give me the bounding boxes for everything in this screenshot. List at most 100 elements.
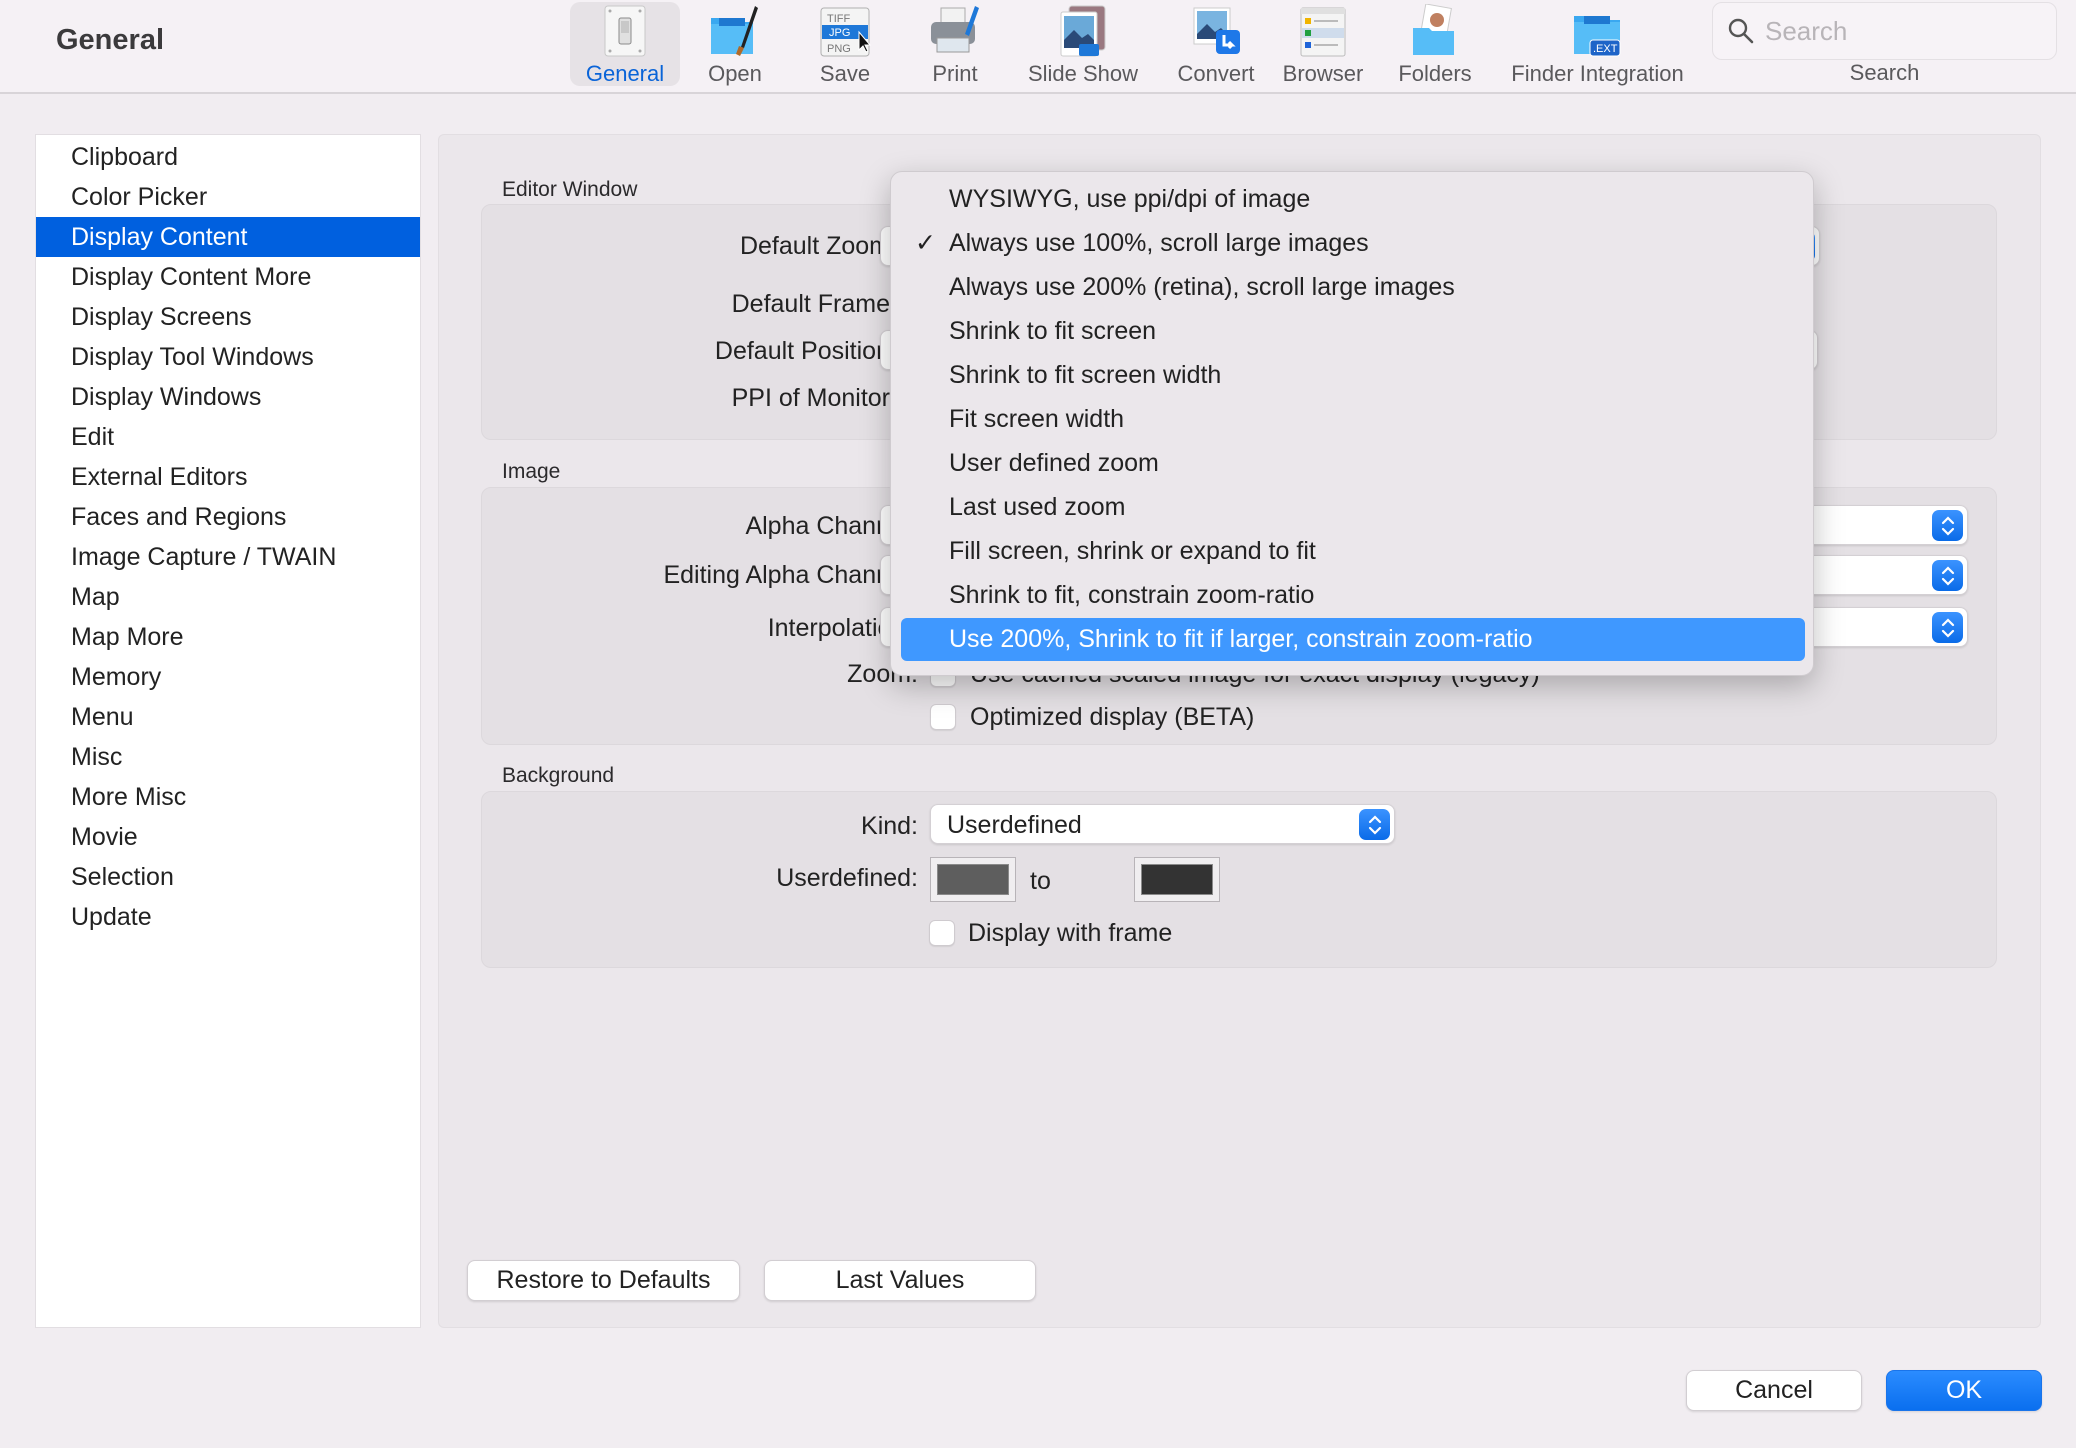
- default-frame-label: Default Frame: [731, 290, 890, 318]
- ppi-monitor-label: PPI of Monitor: [731, 384, 890, 412]
- color-well-from[interactable]: [930, 857, 1016, 902]
- menu-item-label: Shrink to fit screen width: [949, 361, 1222, 389]
- menu-item-label: Always use 100%, scroll large images: [949, 229, 1369, 257]
- search-label: Search: [1849, 60, 1920, 85]
- kind-popup[interactable]: Userdefined: [930, 804, 1395, 844]
- sidebar-item[interactable]: Display Tool Windows: [36, 337, 420, 377]
- tab-open[interactable]: Open: [700, 2, 770, 86]
- slideshow-icon: [1055, 4, 1111, 58]
- search-icon: [1727, 17, 1755, 45]
- file-formats-icon: TIFF JPG PNG: [817, 4, 873, 58]
- toolbar: General General Open TIFF JPG PNG Save Pri…: [0, 0, 2076, 94]
- menu-item[interactable]: Fit screen width: [901, 398, 1805, 441]
- menu-item[interactable]: ✓ Always use 100%, scroll large images: [901, 222, 1805, 265]
- tab-label: Slide Show: [1027, 61, 1139, 86]
- menu-item[interactable]: Always use 200% (retina), scroll large i…: [901, 266, 1805, 309]
- menu-item-label: Use 200%, Shrink to fit if larger, const…: [949, 625, 1533, 653]
- color-well-to[interactable]: [1134, 857, 1220, 902]
- tab-label: Save: [819, 61, 871, 86]
- group-label-editor-window: Editor Window: [502, 178, 638, 201]
- folder-brush-icon: [707, 4, 763, 58]
- menu-item-label: Fit screen width: [949, 405, 1125, 433]
- printer-icon: [927, 4, 983, 58]
- tab-label: Finder Integration: [1511, 61, 1684, 86]
- menu-item[interactable]: Shrink to fit, constrain zoom-ratio: [901, 574, 1805, 617]
- sidebar-item[interactable]: Display Screens: [36, 297, 420, 337]
- kind-label: Kind:: [861, 812, 918, 840]
- sidebar-item[interactable]: External Editors: [36, 457, 420, 497]
- menu-item[interactable]: Shrink to fit screen: [901, 310, 1805, 353]
- menu-item[interactable]: User defined zoom: [901, 442, 1805, 485]
- sidebar-item[interactable]: Menu: [36, 697, 420, 737]
- stepper-icon: [1359, 809, 1390, 840]
- color-swatch-from: [937, 864, 1009, 895]
- sidebar-item[interactable]: Display Content More: [36, 257, 420, 297]
- sidebar-item[interactable]: Display Content: [36, 217, 420, 257]
- search-field[interactable]: [1712, 2, 2057, 60]
- stepper-icon: [1932, 612, 1963, 643]
- browser-icon: [1295, 4, 1351, 58]
- sidebar-list: Clipboard Color Picker Display Content Disp…: [36, 135, 420, 937]
- sidebar-item[interactable]: Faces and Regions: [36, 497, 420, 537]
- sidebar-item[interactable]: Map More: [36, 617, 420, 657]
- color-swatch-to: [1141, 864, 1213, 895]
- menu-item[interactable]: Use 200%, Shrink to fit if larger, const…: [901, 618, 1805, 661]
- tab-label: Browser: [1282, 61, 1364, 86]
- menu-item[interactable]: WYSIWYG, use ppi/dpi of image: [901, 178, 1805, 221]
- switch-icon: [597, 4, 653, 58]
- sidebar-item[interactable]: Display Windows: [36, 377, 420, 417]
- interpolation-label: Interpolatic: [767, 614, 890, 642]
- default-position-label: Default Position: [714, 337, 890, 365]
- tab-label: Print: [932, 61, 978, 86]
- display-with-frame-checkbox[interactable]: [929, 920, 955, 946]
- search-input[interactable]: [1765, 15, 2035, 47]
- menu-item[interactable]: Shrink to fit screen width: [901, 354, 1805, 397]
- menu-item[interactable]: Last used zoom: [901, 486, 1805, 529]
- tab-folders[interactable]: Folders: [1390, 2, 1480, 86]
- menu-item-label: Shrink to fit, constrain zoom-ratio: [949, 581, 1315, 609]
- tab-slide-show[interactable]: Slide Show: [1018, 2, 1148, 86]
- optimized-display-checkbox[interactable]: [930, 704, 956, 730]
- tab-label: Open: [708, 61, 762, 86]
- tab-finder-integration[interactable]: .EXT Finder Integration: [1500, 2, 1695, 86]
- tab-save[interactable]: TIFF JPG PNG Save: [810, 2, 880, 86]
- userdefined-label: Userdefined:: [776, 864, 918, 892]
- svg-text:.EXT: .EXT: [1593, 43, 1618, 55]
- tab-label: Folders: [1398, 61, 1472, 86]
- sidebar-item[interactable]: Memory: [36, 657, 420, 697]
- sidebar-item[interactable]: Image Capture / TWAIN: [36, 537, 420, 577]
- menu-item[interactable]: Fill screen, shrink or expand to fit: [901, 530, 1805, 573]
- alpha-channel-label: Alpha Chann: [745, 512, 890, 540]
- sidebar-item[interactable]: Map: [36, 577, 420, 617]
- sidebar-item[interactable]: Edit: [36, 417, 420, 457]
- menu-item-label: Last used zoom: [949, 493, 1126, 521]
- tab-label: Convert: [1177, 61, 1255, 86]
- sidebar-item[interactable]: Update: [36, 897, 420, 937]
- group-label-background: Background: [502, 764, 615, 787]
- tab-browser[interactable]: Browser: [1278, 2, 1368, 86]
- restore-defaults-button[interactable]: Restore to Defaults: [467, 1260, 740, 1301]
- tab-convert[interactable]: Convert: [1166, 2, 1266, 86]
- tab-general[interactable]: General: [570, 2, 680, 86]
- sidebar-item[interactable]: Clipboard: [36, 137, 420, 177]
- optimized-display-checkbox-label: Optimized display (BETA): [970, 703, 1255, 731]
- cancel-button[interactable]: Cancel: [1686, 1370, 1862, 1411]
- group-label-image: Image: [502, 460, 561, 483]
- window-title: General: [56, 24, 164, 56]
- svg-text:PNG: PNG: [827, 43, 851, 55]
- tab-print[interactable]: Print: [920, 2, 990, 86]
- kind-value: Userdefined: [947, 811, 1082, 839]
- sidebar-item[interactable]: Misc: [36, 737, 420, 777]
- ok-button[interactable]: OK: [1886, 1370, 2042, 1411]
- editing-alpha-channel-label: Editing Alpha Chann: [663, 561, 890, 589]
- tab-label: General: [585, 61, 665, 86]
- sidebar-item[interactable]: More Misc: [36, 777, 420, 817]
- sidebar: Clipboard Color Picker Display Content Disp…: [35, 134, 421, 1328]
- last-values-button[interactable]: Last Values: [764, 1260, 1036, 1301]
- stepper-icon: [1932, 510, 1963, 541]
- sidebar-item[interactable]: Movie: [36, 817, 420, 857]
- menu-item-label: Shrink to fit screen: [949, 317, 1157, 345]
- sidebar-item[interactable]: Color Picker: [36, 177, 420, 217]
- checkmark-icon: ✓: [915, 229, 936, 257]
- sidebar-item[interactable]: Selection: [36, 857, 420, 897]
